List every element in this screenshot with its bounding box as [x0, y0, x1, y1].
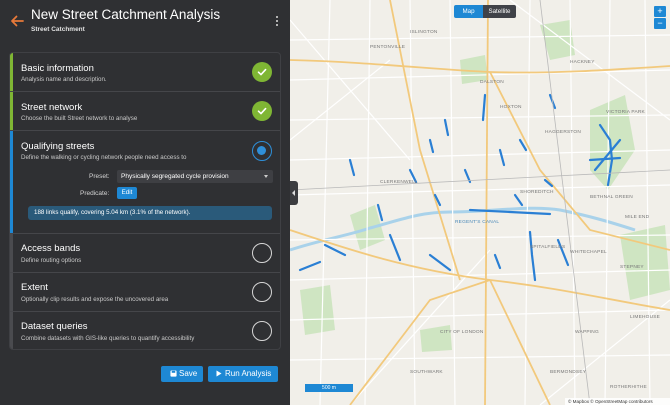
step-status-bar	[10, 53, 13, 91]
place-label: ROTHERHITHE	[610, 385, 647, 390]
place-label: CLERKENWELL	[380, 180, 418, 185]
preset-label: Preset:	[89, 173, 110, 180]
page-subtitle: Street Catchment	[31, 26, 85, 33]
analysis-panel: New Street Catchment Analysis Street Cat…	[0, 0, 290, 405]
step-street-network[interactable]: Street network Choose the built Street n…	[10, 92, 280, 131]
place-label: REGENT'S CANAL	[455, 220, 500, 225]
place-label: LIMEHOUSE	[630, 315, 661, 320]
step-title: Access bands	[21, 243, 81, 254]
wizard-steps: Basic information Analysis name and desc…	[9, 52, 281, 350]
place-label: SOUTHWARK	[410, 370, 443, 375]
step-basic-information[interactable]: Basic information Analysis name and desc…	[10, 53, 280, 92]
place-label: BERMONDSEY	[550, 370, 587, 375]
step-title: Street network	[21, 102, 83, 113]
step-active-badge	[252, 141, 272, 161]
place-label: WHITECHAPEL	[570, 250, 607, 255]
step-pending-badge	[252, 282, 272, 302]
step-title: Dataset queries	[21, 321, 88, 332]
place-label: DALSTON	[480, 80, 504, 85]
place-label: HOXTON	[500, 105, 522, 110]
map-style-map-button[interactable]: Map	[454, 5, 483, 18]
step-description: Define the walking or cycling network pe…	[21, 154, 187, 161]
qualifying-info-banner: 188 links qualify, covering 5.04 km (3.1…	[28, 206, 272, 220]
preset-select-value: Physically segregated cycle provision	[121, 173, 229, 180]
step-description: Combine datasets with GIS-like queries t…	[21, 335, 195, 342]
play-icon	[216, 370, 222, 376]
step-pending-badge	[252, 321, 272, 341]
step-title: Basic information	[21, 63, 94, 74]
map-view[interactable]: PENTONVILLE ISLINGTON HOXTON DALSTON SHO…	[290, 0, 670, 405]
run-analysis-label: Run Analysis	[225, 369, 272, 378]
check-icon	[257, 68, 267, 76]
place-label: HAGGERSTON	[545, 130, 582, 135]
run-analysis-button[interactable]: Run Analysis	[208, 366, 278, 382]
save-button[interactable]: Save	[161, 366, 203, 382]
step-status-bar	[10, 273, 13, 311]
back-arrow-icon[interactable]	[9, 13, 25, 29]
place-label: SHOREDITCH	[520, 190, 554, 195]
map-attribution[interactable]: © Mapbox © OpenStreetMap contributors	[565, 398, 670, 405]
panel-header: New Street Catchment Analysis Street Cat…	[0, 0, 290, 48]
step-description: Define routing options	[21, 257, 82, 264]
step-extent[interactable]: Extent Optionally clip results and expos…	[10, 273, 280, 312]
page-title: New Street Catchment Analysis	[31, 7, 221, 22]
map-scale-bar: 500 m	[305, 384, 353, 392]
place-label: ISLINGTON	[410, 30, 438, 35]
place-label: PENTONVILLE	[370, 45, 406, 50]
step-status-bar	[10, 131, 13, 233]
step-status-bar	[10, 234, 13, 272]
place-label: SPITALFIELDS	[530, 245, 566, 250]
place-label: VICTORIA PARK	[606, 110, 645, 115]
step-status-bar	[10, 92, 13, 130]
check-icon	[257, 107, 267, 115]
step-dataset-queries[interactable]: Dataset queries Combine datasets with GI…	[10, 312, 280, 349]
step-title: Qualifying streets	[21, 141, 95, 152]
preset-select[interactable]: Physically segregated cycle provision	[117, 170, 273, 183]
place-label: WAPPING	[575, 330, 599, 335]
predicate-label: Predicate:	[80, 190, 110, 197]
step-description: Choose the built Street network to analy…	[21, 115, 138, 122]
zoom-out-button[interactable]: −	[654, 18, 666, 29]
step-pending-badge	[252, 243, 272, 263]
step-description: Optionally clip results and expose the u…	[21, 296, 169, 303]
map-style-satellite-button[interactable]: Satellite	[483, 5, 516, 18]
step-qualifying-streets[interactable]: Qualifying streets Define the walking or…	[10, 131, 280, 234]
step-description: Analysis name and description.	[21, 76, 107, 83]
step-complete-badge	[252, 62, 272, 82]
map-style-toggle: Map Satellite	[454, 5, 516, 18]
place-label: STEPNEY	[620, 265, 644, 270]
save-icon	[170, 369, 177, 377]
collapse-panel-handle[interactable]	[290, 181, 298, 205]
step-title: Extent	[21, 282, 48, 293]
place-label: CITY OF LONDON	[440, 330, 484, 335]
step-status-bar	[10, 312, 13, 349]
more-options-icon[interactable]	[274, 16, 280, 28]
map-canvas	[290, 0, 670, 405]
save-label: Save	[179, 369, 198, 378]
step-access-bands[interactable]: Access bands Define routing options	[10, 234, 280, 273]
place-label: HACKNEY	[570, 60, 595, 65]
zoom-in-button[interactable]: +	[654, 6, 666, 17]
place-label: MILE END	[625, 215, 650, 220]
chevron-down-icon	[264, 175, 268, 178]
edit-predicate-button[interactable]: Edit	[117, 187, 137, 199]
step-complete-badge	[252, 101, 272, 121]
place-label: BETHNAL GREEN	[590, 195, 633, 200]
